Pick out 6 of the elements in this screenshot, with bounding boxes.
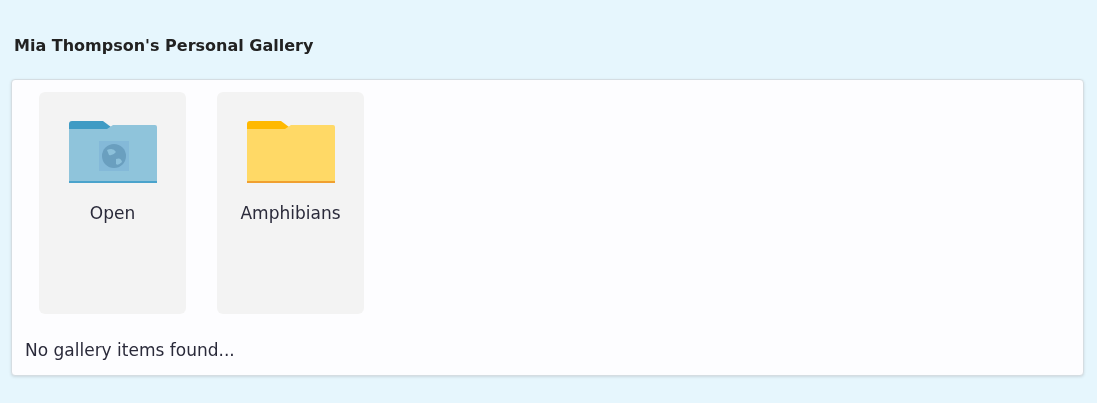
empty-message: No gallery items found... [25, 340, 236, 360]
folder-name: Open [89, 203, 136, 223]
gallery-title: Mia Thompson's Personal Gallery [14, 36, 315, 55]
folder-tile[interactable]: Amphibians [217, 92, 364, 314]
folder-tile[interactable]: Open [39, 92, 186, 314]
folder-name: Amphibians [240, 203, 341, 223]
